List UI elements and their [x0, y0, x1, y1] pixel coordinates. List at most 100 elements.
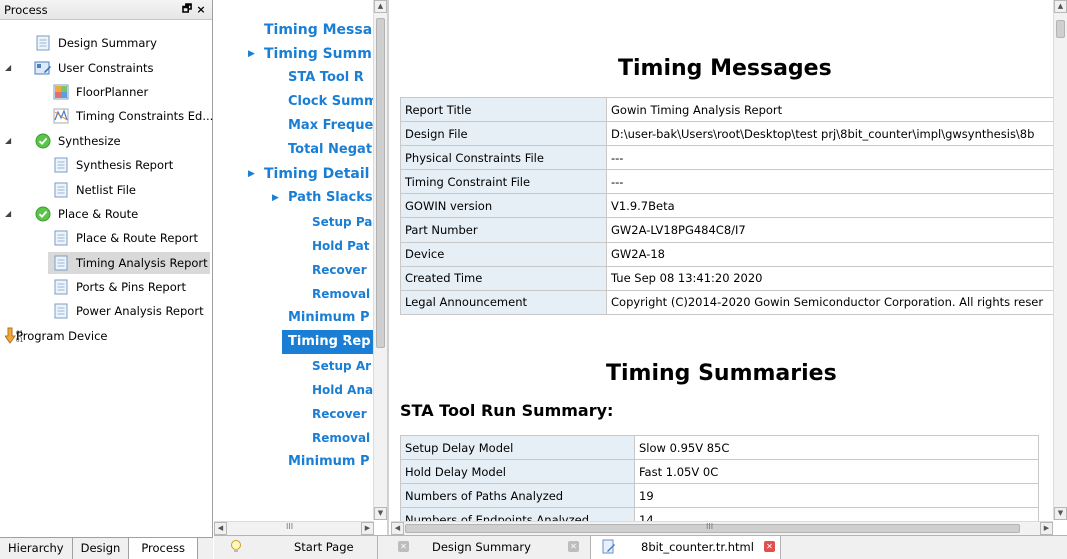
tab-design[interactable]: Design — [73, 538, 130, 559]
field-value-cell: GW2A-LV18PG484C8/I7 — [606, 217, 1067, 243]
sta-summary-row: Setup Delay Model Slow 0.95V 85C — [400, 434, 1039, 461]
report-scroll-grip: III — [706, 522, 714, 531]
toc-link[interactable]: Hold Ana — [214, 378, 374, 402]
tab-hierarchy[interactable]: Hierarchy — [0, 538, 73, 559]
tree-item-timing-constraints-ed[interactable]: Timing Constraints Ed... — [0, 104, 214, 128]
sta-summary-row: Hold Delay Model Fast 1.05V 0C — [400, 459, 1039, 485]
close-panel-button[interactable]: × — [194, 3, 208, 16]
expand-caret-icon[interactable]: ◢ — [5, 63, 11, 72]
timing-messages-table: Report Title Gowin Timing Analysis Report… — [400, 96, 1067, 315]
field-name-cell: GOWIN version — [400, 193, 607, 219]
field-value-cell: Fast 1.05V 0C — [634, 459, 1039, 485]
document-icon — [52, 254, 70, 272]
field-name-cell: Created Time — [400, 265, 607, 291]
tree-item-label: Timing Constraints Ed... — [76, 109, 214, 124]
toc-scroll-right-button[interactable]: ▶ — [361, 522, 374, 535]
tree-item-power-analysis-report[interactable]: Power Analysis Report — [0, 299, 212, 323]
toc-scroll-thumb[interactable] — [376, 18, 385, 348]
toc-link[interactable]: Recover — [214, 258, 374, 282]
toc-link[interactable]: Removal — [214, 426, 374, 450]
report-horizontal-scrollbar[interactable]: ◀ III ▶ — [391, 521, 1053, 535]
timing-message-row: Timing Constraint File --- — [400, 169, 1067, 195]
toc-link-label: Timing Detail — [264, 166, 370, 182]
toc-link[interactable]: STA Tool R — [214, 66, 374, 90]
toc-link[interactable]: Max Freque — [214, 114, 374, 138]
report-scroll-right-button[interactable]: ▶ — [1040, 522, 1053, 535]
tab-8bit-counter-label: 8bit_counter.tr.html — [641, 540, 754, 554]
toc-link-label: Timing Summ — [264, 46, 372, 62]
toc-link[interactable]: Removal — [214, 282, 374, 306]
toc-expand-arrow-icon[interactable]: ▶ — [340, 330, 347, 354]
report-vertical-scrollbar[interactable]: ▲ ▼ — [1053, 0, 1067, 520]
toc-link[interactable]: Minimum P — [214, 450, 374, 474]
toc-expand-arrow-icon[interactable]: ▶ — [272, 186, 279, 210]
toc-scroll-up-button[interactable]: ▲ — [374, 0, 387, 13]
toc-link[interactable]: ▶ Timing Detail — [214, 162, 374, 186]
toc-link[interactable]: Minimum P — [214, 306, 374, 330]
field-value-cell: --- — [606, 169, 1067, 195]
report-toc-panel: Timing Messa ▶ Timing Summ STA Tool R Clock … — [214, 0, 389, 535]
toc-scroll-left-button[interactable]: ◀ — [214, 522, 227, 535]
toc-link[interactable]: Setup Ar — [214, 354, 374, 378]
toc-link-label: Minimum P — [288, 310, 370, 325]
tree-item-synthesis-report[interactable]: Synthesis Report — [0, 153, 212, 177]
toc-link-label: Timing Messa — [264, 22, 373, 38]
tree-item-design-summary[interactable]: Design Summary — [0, 31, 212, 55]
close-design-summary-button[interactable]: ✕ — [568, 541, 579, 552]
float-panel-button[interactable]: 🗗 — [180, 0, 194, 19]
field-value-cell: Gowin Timing Analysis Report — [606, 96, 1067, 123]
toc-vertical-scrollbar[interactable]: ▲ ▼ — [373, 0, 387, 520]
tree-item-label: Timing Analysis Report — [76, 255, 208, 270]
close-8bit-counter-button[interactable]: ✕ — [764, 541, 775, 552]
toc-link[interactable]: Hold Pat — [214, 234, 374, 258]
expand-caret-icon[interactable]: ◢ — [5, 136, 11, 145]
tab-design-summary[interactable]: Design Summary ✕ — [378, 536, 591, 559]
check-icon — [34, 205, 52, 223]
field-name-cell: Numbers of Paths Analyzed — [400, 483, 635, 509]
tree-item-floorplanner[interactable]: FloorPlanner — [0, 80, 212, 104]
tree-item-label: Netlist File — [76, 182, 136, 197]
expand-caret-icon[interactable]: ◢ — [5, 209, 11, 218]
toc-link[interactable]: Clock Summ — [214, 90, 374, 114]
tree-item-place-route[interactable]: ◢ Place & Route — [0, 202, 212, 226]
tree-item-program-device[interactable]: 01 01 Program Device — [0, 324, 212, 348]
process-panel-header: Process 🗗 × — [0, 0, 212, 20]
toc-scroll-down-button[interactable]: ▼ — [374, 507, 387, 520]
field-value-cell: V1.9.7Beta — [606, 193, 1067, 219]
toc-link[interactable]: ▶ Timing Summ — [214, 42, 374, 66]
toc-link[interactable]: Recover — [214, 402, 374, 426]
toc-expand-arrow-icon[interactable]: ▶ — [248, 162, 255, 186]
tree-item-netlist-file[interactable]: Netlist File — [0, 177, 212, 201]
tree-item-place-route-report[interactable]: Place & Route Report — [0, 226, 212, 250]
toc-link-label: Recover — [312, 407, 367, 421]
toc-expand-arrow-icon[interactable]: ▶ — [248, 42, 255, 66]
toc-link[interactable]: Setup Pa — [214, 210, 374, 234]
tree-item-synthesize[interactable]: ◢ Synthesize — [0, 129, 212, 153]
timing-message-row: Created Time Tue Sep 08 13:41:20 2020 — [400, 265, 1067, 291]
timing-message-row: Device GW2A-18 — [400, 241, 1067, 267]
field-name-cell: Physical Constraints File — [400, 145, 607, 171]
report-scroll-left-button[interactable]: ◀ — [391, 522, 404, 535]
tree-item-label: Program Device — [16, 328, 108, 343]
report-scroll-down-button[interactable]: ▼ — [1054, 507, 1067, 520]
tab-8bit-counter-report[interactable]: 8bit_counter.tr.html ✕ — [591, 536, 781, 559]
tree-item-timing-analysis-report[interactable]: Timing Analysis Report — [0, 251, 212, 275]
tree-item-label: User Constraints — [58, 60, 154, 75]
tree-item-user-constraints[interactable]: ◢ User Constraints — [0, 55, 212, 79]
toc-link[interactable]: Timing Messa — [214, 18, 374, 42]
sta-summary-row: Numbers of Paths Analyzed 19 — [400, 483, 1039, 509]
toc-link[interactable]: ▶ Timing Rep — [282, 330, 374, 354]
toc-link[interactable]: Total Negat — [214, 138, 374, 162]
document-icon — [52, 156, 70, 174]
toc-horizontal-scrollbar[interactable]: ◀ III ▶ — [214, 521, 374, 535]
tab-process[interactable]: Process — [129, 538, 198, 559]
tab-start-page[interactable]: Start Page ✕ — [214, 536, 409, 559]
timing-summaries-heading: Timing Summaries — [606, 361, 837, 386]
report-scroll-up-button[interactable]: ▲ — [1054, 0, 1067, 13]
toc-link[interactable]: ▶ Path Slacks — [214, 186, 374, 210]
field-value-cell: Tue Sep 08 13:41:20 2020 — [606, 265, 1067, 291]
tree-item-label: Synthesize — [58, 133, 121, 148]
report-view: Timing Messages Report Title Gowin Timing… — [391, 0, 1067, 535]
tree-item-ports-pins-report[interactable]: Ports & Pins Report — [0, 275, 212, 299]
report-scroll-thumb[interactable] — [1056, 20, 1065, 38]
